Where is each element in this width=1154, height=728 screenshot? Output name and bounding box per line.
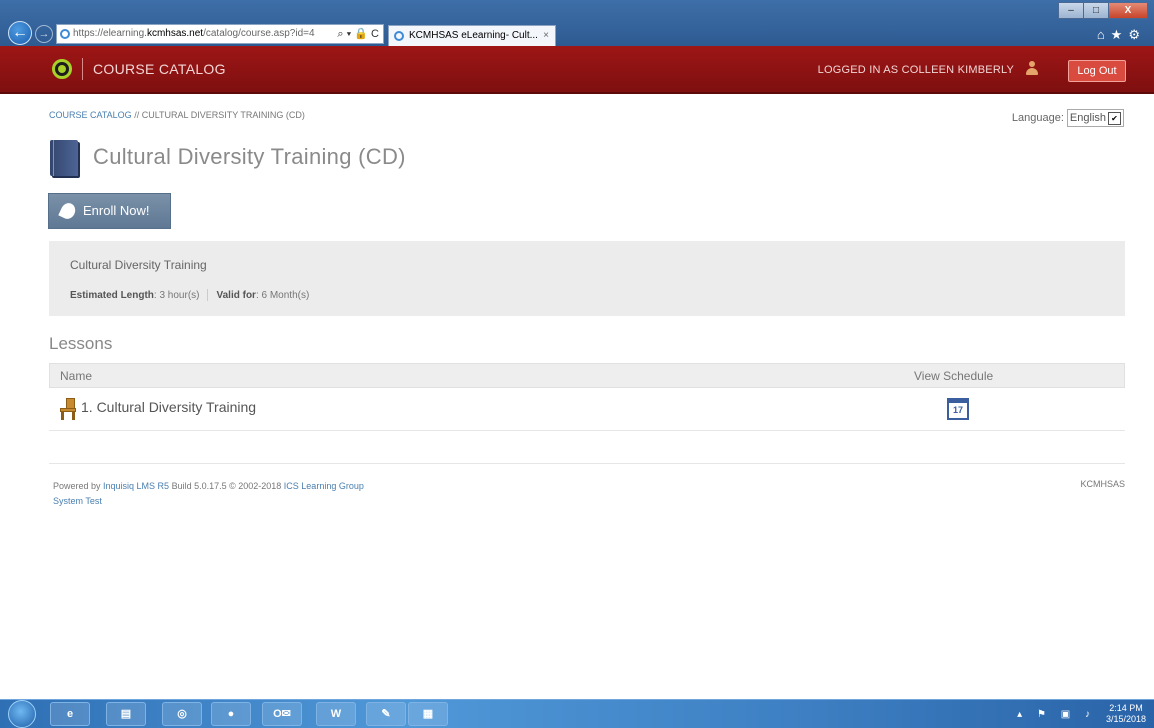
language-selector: Language: English ✔ [1012,109,1124,127]
enroll-now-label: Enroll Now! [83,203,150,218]
forward-button[interactable]: → [35,25,53,43]
browser-titlebar: ← → https://elearning.kcmhsas.net/catalo… [0,0,1154,46]
taskbar-media-player-icon[interactable]: ◎ [162,702,202,726]
tray-icons[interactable]: ▴ ⚑ ▣ ♪ [1017,709,1096,720]
minimize-button[interactable]: – [1058,2,1084,19]
taskbar-word-icon[interactable]: W [316,702,356,726]
maximize-button[interactable]: □ [1083,2,1109,19]
tab-title: KCMHSAS eLearning- Cult... [409,30,538,41]
close-window-button[interactable]: X [1108,2,1148,19]
url-domain: kcmhsas.net [146,28,204,39]
address-bar[interactable]: https://elearning.kcmhsas.net/catalog/co… [56,24,384,44]
breadcrumb-current: CULTURAL DIVERSITY TRAINING (CD) [141,110,305,120]
taskbar-ie-icon[interactable]: e [50,702,90,726]
chair-icon [59,398,77,420]
language-label: Language: [1011,112,1064,124]
url-prefix: https://elearning. [73,28,147,39]
back-button[interactable]: ← [8,21,32,45]
start-button[interactable] [8,700,36,728]
clock[interactable]: 2:14 PM 3/15/2018 [1106,703,1146,725]
url-path: /catalog/course.asp?id=4 [203,28,315,39]
breadcrumb-link-course-catalog[interactable]: COURSE CATALOG [49,110,132,120]
footer-divider [49,463,1125,464]
breadcrumb-separator: // [131,110,142,120]
powered-by-text: Powered by [53,481,104,491]
window-controls: – □ X [1058,2,1148,19]
footer-credits: Powered by Inquisiq LMS R5 Build 5.0.17.… [53,479,364,509]
logo-icon[interactable] [52,59,72,79]
leaf-icon [58,200,78,222]
clock-date: 3/15/2018 [1105,714,1146,724]
lessons-heading: Lessons [49,334,113,353]
valid-for-value: : 6 Month(s) [255,289,310,301]
taskbar-chrome-icon[interactable]: ● [211,702,251,726]
app-header: COURSE CATALOG LOGGED IN AS COLLEEN KIMB… [0,46,1154,94]
taskbar-app-icon[interactable]: ▦ [408,702,448,726]
course-info-panel: Cultural Diversity Training Estimated Le… [49,241,1125,316]
chevron-down-icon[interactable]: ✔ [1108,111,1121,125]
lessons-table-header: Name View Schedule [49,363,1125,388]
clock-time: 2:14 PM [1109,703,1143,713]
taskbar-outlook-icon[interactable]: O✉ [262,702,302,726]
tab-favicon-icon [394,31,404,41]
home-favorites-settings-icons[interactable]: ⌂★⚙ [1097,27,1146,43]
system-test-link[interactable]: System Test [53,494,364,509]
column-header-name: Name [60,369,93,383]
tab-close-icon[interactable]: × [543,26,549,46]
valid-for-label: Valid for [216,289,256,301]
system-tray: ▴ ⚑ ▣ ♪ 2:14 PM 3/15/2018 [1017,703,1146,725]
header-divider [82,58,83,80]
enroll-now-button[interactable]: Enroll Now! [48,193,171,229]
company-link[interactable]: ICS Learning Group [284,481,364,491]
logged-in-user-text: LOGGED IN AS COLLEEN KIMBERLY [817,64,1014,76]
page-title: Cultural Diversity Training (CD) [93,144,406,169]
user-icon [1025,61,1039,76]
browser-tab[interactable]: KCMHSAS eLearning- Cult... × [388,25,556,46]
course-description: Cultural Diversity Training [70,258,207,272]
course-meta: Estimated Length: 3 hour(s) Valid for: 6… [70,289,309,301]
footer-org: KCMHSAS [1080,479,1125,489]
product-link[interactable]: Inquisiq LMS R5 [103,481,169,491]
lesson-name[interactable]: 1. Cultural Diversity Training [81,399,256,415]
address-tools-icons[interactable]: ⌕ ▾ 🔒 C [333,25,379,43]
language-selected-value: English [1069,112,1106,124]
book-icon [50,140,78,176]
breadcrumb: COURSE CATALOG // CULTURAL DIVERSITY TRA… [49,110,305,120]
taskbar-file-explorer-icon[interactable]: ▤ [106,702,146,726]
taskbar-paint-icon[interactable]: ✎ [366,702,406,726]
logout-button[interactable]: Log Out [1068,60,1126,82]
build-text: Build 5.0.17.5 © 2002-2018 [169,481,284,491]
ie-favicon-icon [60,29,70,39]
meta-divider [207,289,209,301]
language-select[interactable]: English ✔ [1066,109,1124,127]
calendar-icon[interactable]: 17 [947,398,969,420]
column-header-view-schedule: View Schedule [914,369,994,383]
table-row[interactable]: 1. Cultural Diversity Training 17 [49,389,1125,431]
taskbar: e ▤ ◎ ● O✉ W ✎ ▦ ▴ ⚑ ▣ ♪ 2:14 PM 3/15/20… [0,699,1154,728]
estimated-length-label: Estimated Length [70,289,154,301]
header-title[interactable]: COURSE CATALOG [93,61,226,77]
estimated-length-value: : 3 hour(s) [153,289,200,301]
